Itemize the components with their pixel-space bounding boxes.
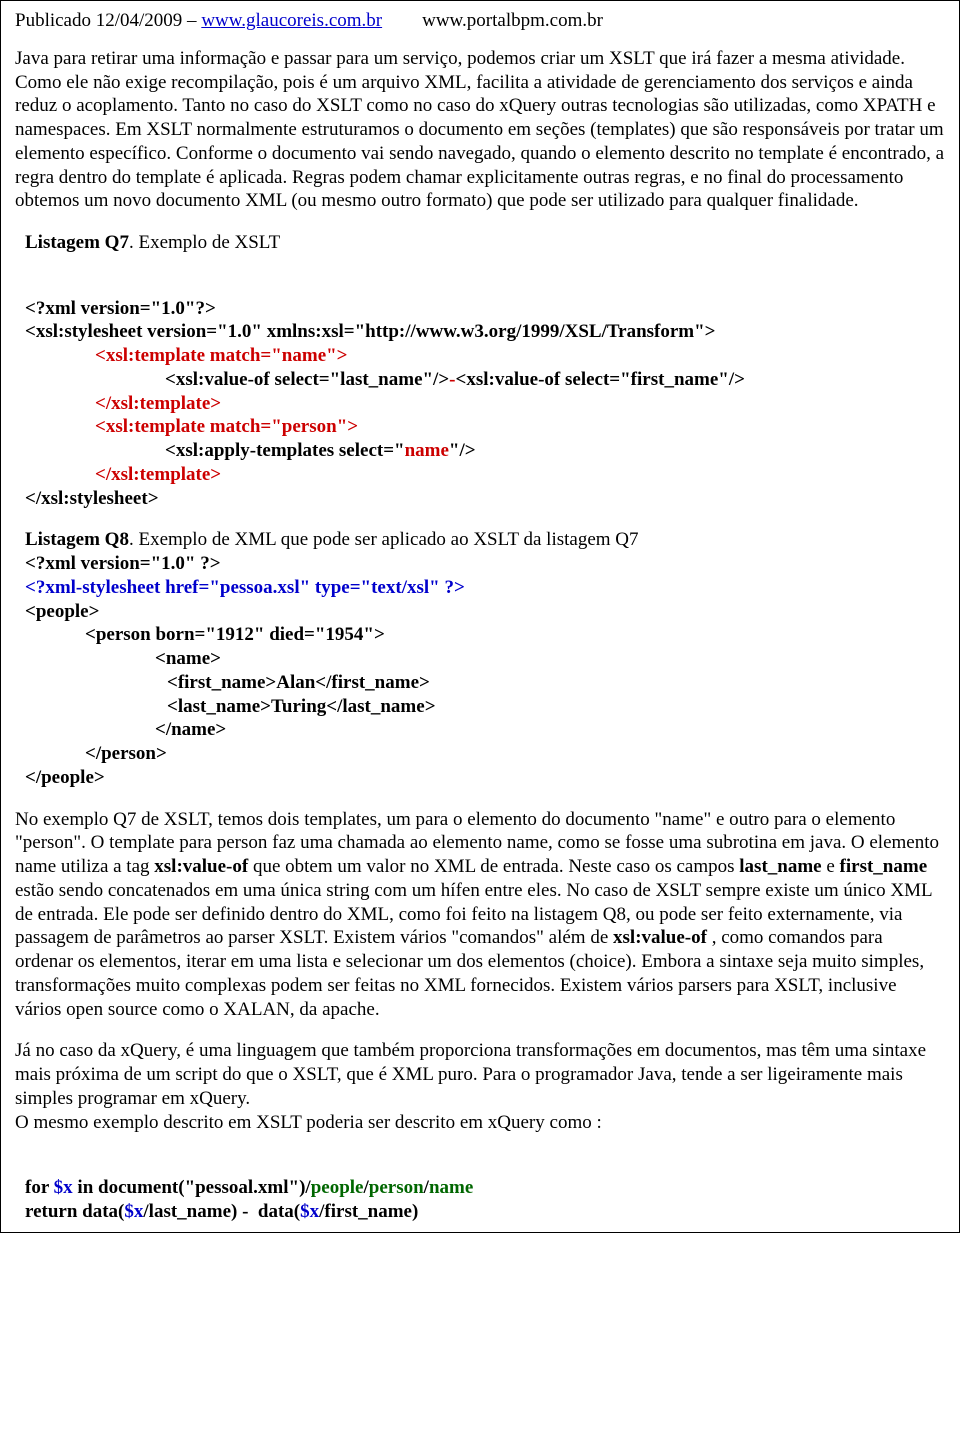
- listing-q8-block: Listagem Q8. Exemplo de XML que pode ser…: [15, 528, 945, 789]
- code-line: <first_name>Alan</first_name>: [167, 671, 430, 695]
- code-line: <xsl:value-of select="last_name"/>: [165, 369, 449, 390]
- code-line: <name>: [155, 647, 221, 671]
- xquery-paragraph: Já no caso da xQuery, é uma linguagem qu…: [15, 1039, 945, 1134]
- code-line: name: [405, 440, 449, 461]
- code-line: "/>: [449, 440, 476, 461]
- listing-q8-desc: . Exemplo de XML que pode ser aplicado a…: [129, 529, 639, 550]
- code-line: for $x in document("pessoal.xml")/people…: [25, 1177, 473, 1198]
- code-line: <xsl:template match="person">: [95, 415, 358, 439]
- code-line: </name>: [155, 718, 226, 742]
- code-line: <?xml version="1.0" ?>: [25, 553, 221, 574]
- code-line: </xsl:template>: [95, 463, 221, 487]
- published-label: Publicado 12/04/2009 –: [15, 10, 201, 31]
- code-line: </xsl:stylesheet>: [25, 488, 159, 509]
- link-portalbpm: www.portalbpm.com.br: [422, 10, 603, 31]
- explanation-paragraph: No exemplo Q7 de XSLT, temos dois templa…: [15, 808, 945, 1022]
- code-line: <xsl:stylesheet version="1.0" xmlns:xsl=…: [25, 321, 716, 342]
- code-line: return data($x/last_name) - data($x/firs…: [25, 1201, 418, 1222]
- code-line: <xsl:template match="name">: [95, 344, 348, 368]
- code-line: </person>: [85, 742, 167, 766]
- code-line: <xsl:value-of select="first_name"/>: [456, 369, 745, 390]
- xquery-code-block: for $x in document("pessoal.xml")/people…: [25, 1152, 945, 1223]
- listing-q8-label: Listagem Q8: [25, 529, 129, 550]
- text: O mesmo exemplo descrito em XSLT poderia…: [15, 1112, 602, 1133]
- code-line: <people>: [25, 601, 99, 622]
- text: Já no caso da xQuery, é uma linguagem qu…: [15, 1040, 926, 1109]
- text-bold: first_name: [840, 856, 928, 877]
- text: que obtem um valor no XML de entrada. Ne…: [248, 856, 739, 877]
- code-line: <xsl:apply-templates select=": [165, 440, 405, 461]
- code-line: </xsl:template>: [95, 392, 221, 416]
- text-bold: xsl:value-of: [154, 856, 248, 877]
- link-glaucoreis[interactable]: www.glaucoreis.com.br: [201, 10, 382, 31]
- text: e: [822, 856, 840, 877]
- listing-q7-title: Listagem Q7. Exemplo de XSLT: [25, 231, 945, 255]
- header: Publicado 12/04/2009 – www.glaucoreis.co…: [15, 9, 945, 33]
- listing-q7-desc: . Exemplo de XSLT: [129, 232, 280, 253]
- code-line: <?xml version="1.0"?>: [25, 298, 216, 319]
- intro-paragraph: Java para retirar uma informação e passa…: [15, 47, 945, 213]
- xslt-code-block: <?xml version="1.0"?> <xsl:stylesheet ve…: [25, 273, 945, 511]
- code-line: <person born="1912" died="1954">: [85, 623, 385, 647]
- listing-q7-label: Listagem Q7: [25, 232, 129, 253]
- text-bold: last_name: [739, 856, 821, 877]
- code-line: <last_name>Turing</last_name>: [167, 695, 436, 719]
- code-line: <?xml-stylesheet href="pessoa.xsl" type=…: [25, 577, 465, 598]
- text-bold: xsl:value-of: [613, 927, 707, 948]
- code-line: </people>: [25, 767, 105, 788]
